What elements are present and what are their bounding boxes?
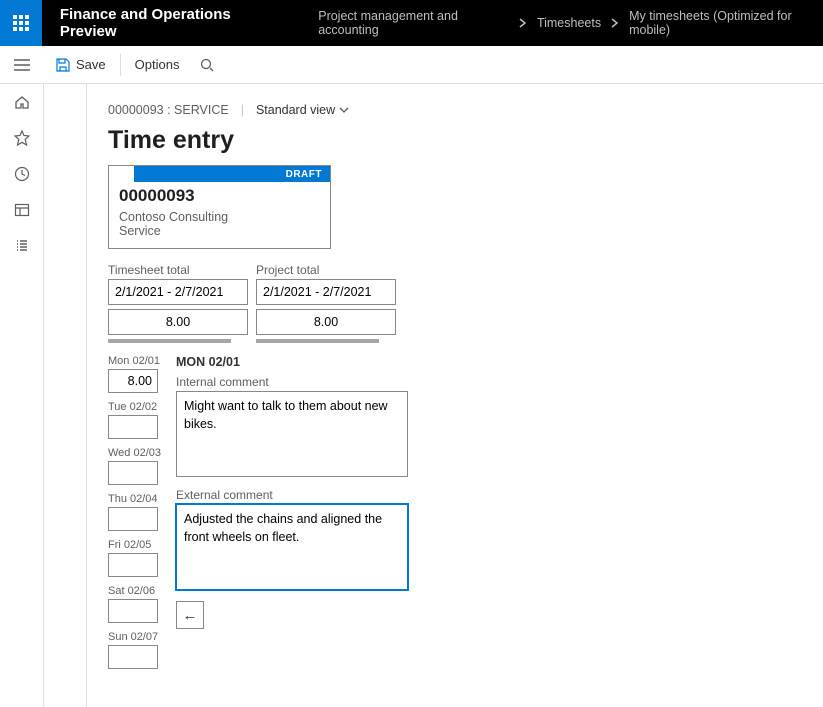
save-button[interactable]: Save: [44, 46, 118, 84]
arrow-left-icon: ←: [183, 607, 198, 624]
day-label: Wed 02/03: [108, 447, 164, 459]
card-service: Service: [119, 224, 320, 238]
project-total-col: Project total: [256, 263, 396, 343]
nav-home[interactable]: [0, 84, 44, 120]
internal-comment-input[interactable]: [176, 391, 408, 477]
timesheet-total-label: Timesheet total: [108, 263, 248, 277]
day-input-thu[interactable]: [108, 507, 158, 531]
search-icon: [200, 58, 214, 72]
day-tue: Tue 02/02: [108, 401, 164, 439]
page-title: Time entry: [108, 126, 801, 155]
day-input-mon[interactable]: [108, 369, 158, 393]
timesheet-total-col: Timesheet total: [108, 263, 248, 343]
command-bar: Save Options: [0, 46, 823, 84]
nav-recent[interactable]: [0, 156, 44, 192]
day-wed: Wed 02/03: [108, 447, 164, 485]
view-label: Standard view: [256, 103, 335, 117]
day-fri: Fri 02/05: [108, 539, 164, 577]
menu-toggle-button[interactable]: [0, 46, 44, 84]
project-sum-input[interactable]: [256, 309, 396, 335]
menu-icon: [14, 59, 30, 71]
top-bar: Finance and Operations Preview Project m…: [0, 0, 823, 46]
search-button[interactable]: [191, 46, 223, 84]
chevron-down-icon: [339, 107, 349, 113]
back-button[interactable]: ←: [176, 601, 204, 629]
workspace-icon: [14, 202, 30, 218]
external-comment-input[interactable]: [176, 504, 408, 590]
breadcrumb-item[interactable]: Project management and accounting: [318, 9, 509, 37]
breadcrumb: Project management and accounting Timesh…: [298, 9, 823, 37]
left-nav-rail: [0, 84, 44, 707]
options-button[interactable]: Options: [123, 46, 192, 84]
clock-icon: [14, 166, 30, 182]
timesheet-card[interactable]: DRAFT 00000093 Contoso Consulting Servic…: [108, 165, 331, 249]
project-range-input[interactable]: [256, 279, 396, 305]
nav-modules[interactable]: [0, 228, 44, 264]
day-mon: Mon 02/01: [108, 355, 164, 393]
day-label: Sun 02/07: [108, 631, 164, 643]
home-icon: [14, 94, 30, 110]
underline: [256, 339, 379, 343]
external-comment-label: External comment: [176, 488, 408, 502]
detail-header: MON 02/01: [176, 355, 408, 369]
internal-comment-label: Internal comment: [176, 375, 408, 389]
day-sat: Sat 02/06: [108, 585, 164, 623]
app-title: Finance and Operations Preview: [42, 6, 298, 40]
day-input-tue[interactable]: [108, 415, 158, 439]
waffle-icon: [13, 15, 29, 31]
card-customer: Contoso Consulting: [119, 210, 320, 224]
entry-row: Mon 02/01 Tue 02/02 Wed 02/03 Thu 02/04 …: [108, 355, 801, 677]
day-input-sat[interactable]: [108, 599, 158, 623]
underline: [108, 339, 231, 343]
subheader: 00000093 : SERVICE | Standard view: [108, 96, 801, 124]
timesheet-sum-input[interactable]: [108, 309, 248, 335]
record-id-label: 00000093 : SERVICE: [108, 103, 229, 117]
day-label: Tue 02/02: [108, 401, 164, 413]
star-icon: [14, 130, 30, 146]
options-label: Options: [135, 57, 180, 72]
content-area: 00000093 : SERVICE | Standard view Time …: [86, 84, 823, 707]
day-thu: Thu 02/04: [108, 493, 164, 531]
save-label: Save: [76, 57, 106, 72]
day-input-sun[interactable]: [108, 645, 158, 669]
card-doc-id: 00000093: [119, 186, 320, 206]
view-selector[interactable]: Standard view: [256, 103, 349, 117]
nav-workspaces[interactable]: [0, 192, 44, 228]
status-badge: DRAFT: [134, 166, 330, 182]
breadcrumb-item[interactable]: Timesheets: [537, 16, 601, 30]
list-icon: [14, 238, 30, 254]
days-column: Mon 02/01 Tue 02/02 Wed 02/03 Thu 02/04 …: [108, 355, 164, 677]
day-label: Mon 02/01: [108, 355, 164, 367]
separator: |: [241, 103, 244, 117]
project-total-label: Project total: [256, 263, 396, 277]
chevron-right-icon: [611, 18, 619, 28]
app-launcher-button[interactable]: [0, 0, 42, 46]
day-input-wed[interactable]: [108, 461, 158, 485]
save-icon: [56, 58, 70, 72]
breadcrumb-item[interactable]: My timesheets (Optimized for mobile): [629, 9, 823, 37]
detail-panel: MON 02/01 Internal comment External comm…: [176, 355, 408, 677]
day-label: Thu 02/04: [108, 493, 164, 505]
separator: [120, 54, 121, 76]
totals-row: Timesheet total Project total: [108, 263, 801, 343]
day-sun: Sun 02/07: [108, 631, 164, 669]
day-label: Fri 02/05: [108, 539, 164, 551]
timesheet-range-input[interactable]: [108, 279, 248, 305]
chevron-right-icon: [519, 18, 527, 28]
day-input-fri[interactable]: [108, 553, 158, 577]
nav-favorites[interactable]: [0, 120, 44, 156]
day-label: Sat 02/06: [108, 585, 164, 597]
